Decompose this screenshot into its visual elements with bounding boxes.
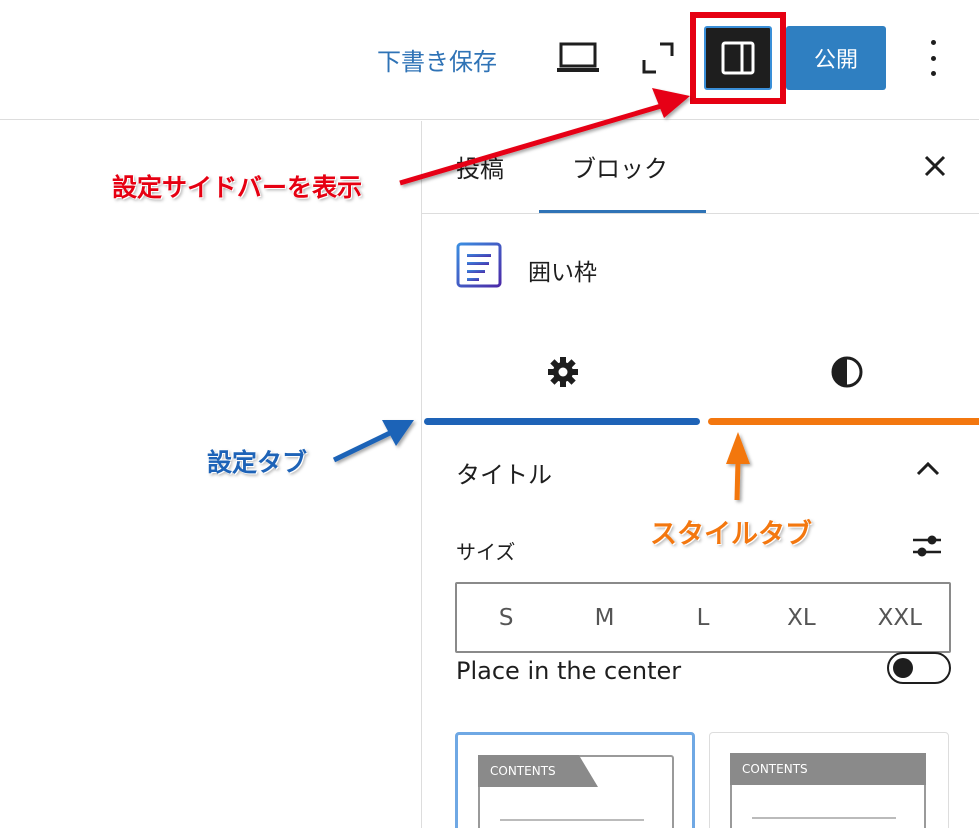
- tab-block[interactable]: ブロック: [572, 149, 668, 184]
- tab-settings[interactable]: [422, 343, 700, 425]
- settings-tab-indicator: [424, 418, 700, 425]
- size-option-xl[interactable]: XL: [752, 584, 850, 651]
- sidebar-panel-icon: [721, 41, 755, 75]
- panel-title[interactable]: タイトル: [456, 455, 552, 490]
- active-tab-indicator: [539, 210, 706, 213]
- tab-post[interactable]: 投稿: [456, 149, 504, 184]
- sidebar-tabs: 投稿 ブロック: [422, 121, 979, 214]
- contrast-icon: [830, 355, 864, 389]
- annotation-settings-tab: 設定タブ: [207, 448, 308, 477]
- more-options-icon[interactable]: [918, 38, 948, 78]
- preview-label: CONTENTS: [478, 755, 598, 787]
- size-option-l[interactable]: L: [654, 584, 752, 651]
- size-option-s[interactable]: S: [457, 584, 555, 651]
- sliders-icon[interactable]: [911, 530, 943, 562]
- preview-label: CONTENTS: [730, 753, 926, 785]
- preview-line: [500, 819, 644, 821]
- laptop-icon[interactable]: [556, 42, 600, 74]
- inspector-tabs: [422, 343, 979, 425]
- block-type-icon: [455, 241, 503, 289]
- preview-line: [752, 817, 896, 819]
- size-option-xxl[interactable]: XXL: [851, 584, 949, 651]
- close-icon[interactable]: [920, 151, 950, 181]
- center-toggle[interactable]: [887, 652, 951, 684]
- save-draft-button[interactable]: 下書き保存: [377, 42, 497, 77]
- annotation-show-sidebar: 設定サイドバーを表示: [112, 173, 363, 202]
- styles-tab-indicator: [708, 418, 979, 425]
- center-toggle-label: Place in the center: [456, 657, 682, 685]
- editor-toolbar: 下書き保存 公開: [0, 0, 979, 120]
- size-selector: S M L XL XXL: [455, 582, 951, 653]
- chevron-up-icon[interactable]: [914, 457, 942, 481]
- settings-sidebar: 投稿 ブロック 囲い枠 タイトル サイズ S M L XL XXL Place …: [421, 121, 979, 828]
- toggle-knob: [893, 658, 913, 678]
- annotation-style-tab: スタイルタブ: [650, 519, 812, 550]
- gear-icon: [546, 355, 580, 389]
- settings-sidebar-toggle-button[interactable]: [704, 26, 772, 90]
- style-preview-card[interactable]: CONTENTS: [455, 732, 695, 828]
- size-option-m[interactable]: M: [555, 584, 653, 651]
- block-card: 囲い枠: [422, 215, 979, 325]
- block-name: 囲い枠: [528, 260, 597, 286]
- style-preview-card[interactable]: CONTENTS: [709, 732, 949, 828]
- fullscreen-icon[interactable]: [640, 40, 676, 76]
- tab-styles[interactable]: [706, 343, 979, 425]
- publish-button[interactable]: 公開: [786, 26, 886, 90]
- size-label: サイズ: [456, 540, 516, 564]
